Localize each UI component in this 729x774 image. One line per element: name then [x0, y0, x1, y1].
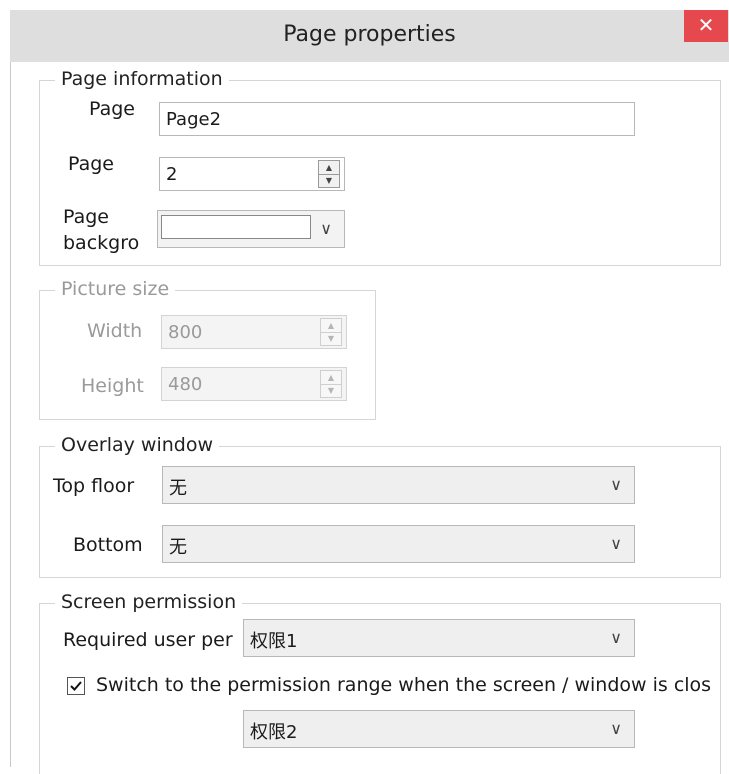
spin-down-icon[interactable]: ▼	[319, 174, 339, 187]
switch-permission-select[interactable]: 权限2 ∨	[243, 710, 635, 748]
spin-up-icon[interactable]: ▲	[321, 319, 341, 333]
chevron-down-icon: ∨	[610, 719, 622, 738]
background-color-swatch	[161, 215, 311, 239]
bottom-label: Bottom	[73, 534, 143, 556]
spin-up-icon[interactable]: ▲	[319, 161, 339, 175]
required-permission-value: 权限1	[250, 631, 298, 652]
bottom-select[interactable]: 无 ∨	[162, 525, 635, 563]
background-label-line1: Page	[63, 206, 109, 228]
page-number-value: 2	[166, 164, 178, 185]
width-field[interactable]: 800 ▲ ▼	[161, 315, 347, 349]
height-field[interactable]: 480 ▲ ▼	[161, 367, 347, 401]
bottom-value: 无	[169, 537, 187, 558]
chevron-down-icon: ∨	[610, 475, 622, 494]
required-permission-label: Required user per	[63, 629, 233, 651]
top-floor-label: Top floor	[53, 475, 135, 497]
overlay-window-legend: Overlay window	[55, 434, 219, 456]
page-number-label: Page	[68, 153, 114, 175]
top-floor-select[interactable]: 无 ∨	[162, 466, 635, 504]
switch-permission-label: Switch to the permission range when the …	[96, 674, 712, 696]
close-button[interactable]: ✕	[684, 10, 728, 42]
screen-permission-legend: Screen permission	[55, 591, 243, 613]
page-name-value: Page2	[166, 109, 222, 130]
width-stepper[interactable]: ▲ ▼	[320, 318, 342, 346]
background-label-line2: backgro	[63, 232, 140, 254]
top-floor-value: 无	[169, 478, 187, 499]
title-bar: Page properties ✕	[10, 10, 729, 62]
checkmark-icon	[70, 681, 82, 691]
dialog-body: Page information Page Page2 Page 2 ▲ ▼ P…	[10, 62, 729, 774]
spin-up-icon[interactable]: ▲	[321, 371, 341, 385]
page-information-legend: Page information	[55, 68, 229, 90]
width-value: 800	[168, 322, 203, 343]
page-number-stepper[interactable]: ▲ ▼	[318, 160, 340, 188]
height-value: 480	[168, 374, 203, 395]
height-stepper[interactable]: ▲ ▼	[320, 370, 342, 398]
page-number-field[interactable]: 2 ▲ ▼	[159, 157, 345, 191]
spin-down-icon[interactable]: ▼	[321, 384, 341, 397]
spin-down-icon[interactable]: ▼	[321, 332, 341, 345]
chevron-down-icon: ∨	[320, 219, 332, 238]
window-title: Page properties	[283, 22, 456, 47]
background-color-picker[interactable]: ∨	[157, 210, 345, 248]
height-label: Height	[81, 375, 144, 397]
width-label: Width	[87, 320, 143, 342]
page-name-label: Page	[89, 98, 135, 120]
required-permission-select[interactable]: 权限1 ∨	[243, 619, 635, 657]
page-name-input[interactable]: Page2	[159, 102, 635, 136]
chevron-down-icon: ∨	[610, 628, 622, 647]
switch-permission-value: 权限2	[250, 722, 298, 743]
switch-permission-checkbox[interactable]	[67, 677, 85, 695]
close-icon: ✕	[697, 13, 715, 37]
picture-size-legend: Picture size	[55, 278, 176, 300]
chevron-down-icon: ∨	[610, 534, 622, 553]
